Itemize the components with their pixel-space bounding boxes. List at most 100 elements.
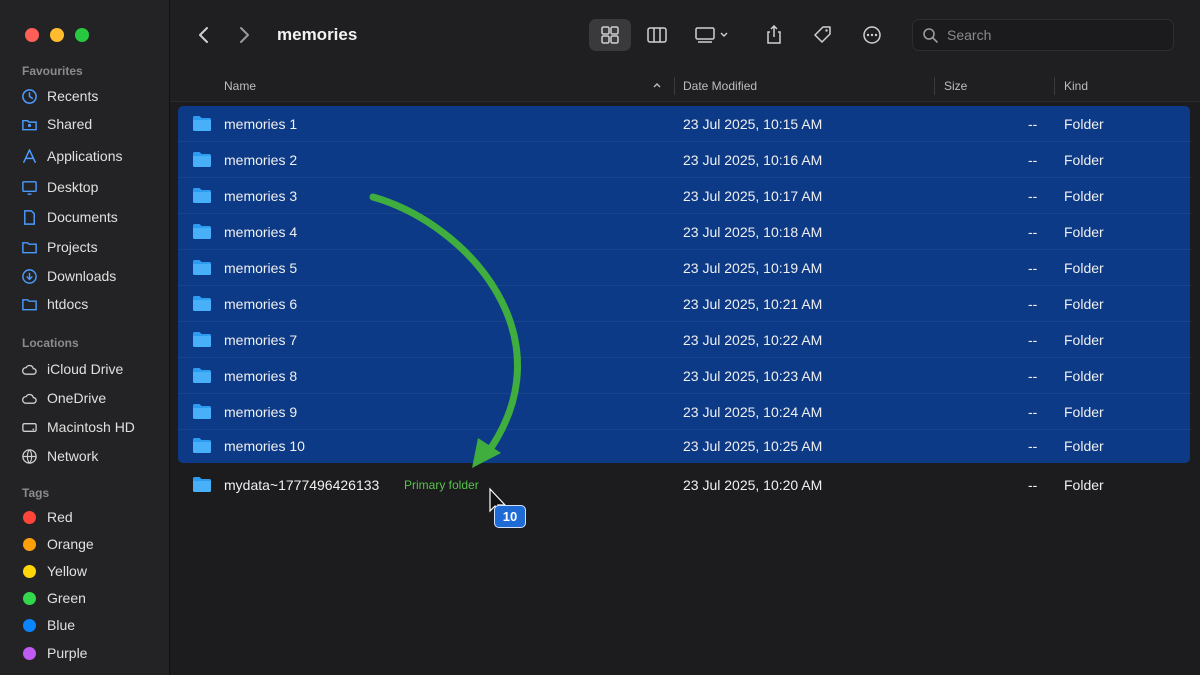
favourites-heading: Favourites	[22, 64, 83, 78]
sidebar-item-desktop[interactable]: Desktop	[20, 176, 165, 198]
folder-icon	[193, 224, 211, 239]
sidebar-item-label: Recents	[47, 88, 99, 104]
globe-icon	[20, 447, 38, 465]
ellipsis-icon	[863, 26, 881, 44]
file-size: --	[1028, 477, 1038, 493]
sidebar-item-label: Shared	[47, 116, 93, 132]
tag-orange[interactable]: Orange	[20, 533, 165, 555]
folder-icon	[193, 477, 211, 492]
close-window-button[interactable]	[25, 28, 39, 42]
more-actions-button[interactable]	[852, 19, 892, 51]
file-kind: Folder	[1064, 188, 1104, 204]
tag-label: Blue	[47, 617, 76, 633]
tag-yellow[interactable]: Yellow	[20, 560, 165, 582]
cloud-icon	[20, 360, 38, 378]
clock-icon	[20, 87, 38, 105]
tag-red[interactable]: Red	[20, 506, 165, 528]
sidebar-item-label: htdocs	[47, 296, 89, 312]
file-browser: memories Na	[170, 0, 1200, 675]
folder-title: memories	[277, 25, 358, 44]
sidebar: Favourites Recents Shared Applications D…	[0, 0, 170, 675]
icon-view-button[interactable]	[589, 19, 631, 51]
tag-blue[interactable]: Blue	[20, 614, 165, 636]
gallery-view-button[interactable]	[686, 19, 738, 51]
sidebar-item-recents[interactable]: Recents	[20, 85, 165, 107]
file-date: 23 Jul 2025, 10:23 AM	[683, 368, 823, 384]
sidebar-item-documents[interactable]: Documents	[20, 206, 165, 228]
sidebar-item-icloud-drive[interactable]: iCloud Drive	[20, 358, 165, 380]
forward-button[interactable]	[232, 22, 256, 48]
file-row[interactable]: memories 4 23 Jul 2025, 10:18 AM -- Fold…	[178, 214, 1192, 250]
column-kind[interactable]: Kind	[1064, 70, 1184, 102]
maximize-window-button[interactable]	[75, 28, 89, 42]
file-row[interactable]: memories 5 23 Jul 2025, 10:19 AM -- Fold…	[178, 250, 1192, 286]
file-row[interactable]: memories 3 23 Jul 2025, 10:17 AM -- Fold…	[178, 178, 1192, 214]
file-date: 23 Jul 2025, 10:18 AM	[683, 224, 823, 240]
file-row[interactable]: memories 1 23 Jul 2025, 10:15 AM -- Fold…	[178, 106, 1192, 142]
folder-icon	[193, 116, 211, 131]
red-dot-icon	[23, 510, 36, 524]
file-name: memories 7	[224, 332, 298, 348]
folder-icon	[193, 438, 211, 453]
column-size-label: Size	[944, 79, 968, 93]
disk-icon	[20, 418, 38, 436]
tag-label: Red	[47, 509, 73, 525]
sidebar-item-downloads[interactable]: Downloads	[20, 265, 165, 287]
search-field[interactable]	[912, 19, 1174, 51]
file-row[interactable]: memories 6 23 Jul 2025, 10:21 AM -- Fold…	[178, 286, 1192, 322]
tag-label: Yellow	[47, 563, 87, 579]
sidebar-item-applications[interactable]: Applications	[20, 145, 165, 167]
document-icon	[20, 208, 38, 226]
file-date: 23 Jul 2025, 10:21 AM	[683, 296, 823, 312]
folder-icon	[193, 332, 211, 347]
file-date: 23 Jul 2025, 10:25 AM	[683, 438, 823, 454]
sidebar-item-htdocs[interactable]: htdocs	[20, 293, 165, 315]
column-date-label: Date Modified	[683, 79, 758, 93]
file-row[interactable]: memories 2 23 Jul 2025, 10:16 AM -- Fold…	[178, 142, 1192, 178]
column-size[interactable]: Size	[944, 70, 1054, 102]
sidebar-item-label: iCloud Drive	[47, 361, 124, 377]
tag-green[interactable]: Green	[20, 587, 165, 609]
share-button[interactable]	[754, 19, 794, 51]
file-row[interactable]: memories 9 23 Jul 2025, 10:24 AM -- Fold…	[178, 394, 1192, 430]
file-name: memories 6	[224, 296, 298, 312]
file-date: 23 Jul 2025, 10:19 AM	[683, 260, 823, 276]
file-size: --	[1028, 188, 1038, 204]
tag-button[interactable]	[803, 19, 843, 51]
file-row[interactable]: memories 7 23 Jul 2025, 10:22 AM -- Fold…	[178, 322, 1192, 358]
column-view-button[interactable]	[636, 19, 678, 51]
file-name: memories 8	[224, 368, 298, 384]
column-date-modified[interactable]: Date Modified	[683, 70, 933, 102]
sidebar-item-macintosh-hd[interactable]: Macintosh HD	[20, 416, 165, 438]
tag-purple[interactable]: Purple	[20, 642, 165, 664]
file-kind: Folder	[1064, 260, 1104, 276]
minimize-window-button[interactable]	[50, 28, 64, 42]
file-kind: Folder	[1064, 438, 1104, 454]
sidebar-item-label: Network	[47, 448, 99, 464]
sidebar-item-onedrive[interactable]: OneDrive	[20, 387, 165, 409]
sidebar-item-label: Documents	[47, 209, 118, 225]
file-kind: Folder	[1064, 368, 1104, 384]
file-date: 23 Jul 2025, 10:16 AM	[683, 152, 823, 168]
file-row[interactable]: memories 8 23 Jul 2025, 10:23 AM -- Fold…	[178, 358, 1192, 394]
sidebar-item-projects[interactable]: Projects	[20, 236, 165, 258]
column-name-label: Name	[224, 79, 257, 93]
file-kind: Folder	[1064, 116, 1104, 132]
column-name[interactable]: Name	[224, 70, 674, 102]
file-row[interactable]: mydata~1777496426133 Primary folder 23 J…	[178, 467, 1192, 503]
search-icon	[923, 27, 938, 43]
sidebar-item-shared[interactable]: Shared	[20, 113, 165, 135]
download-icon	[20, 267, 38, 285]
column-divider	[674, 77, 675, 95]
search-input[interactable]	[947, 27, 1167, 43]
primary-folder-label: Primary folder	[404, 478, 479, 492]
file-row[interactable]: memories 10 23 Jul 2025, 10:25 AM -- Fol…	[178, 430, 1192, 462]
back-button[interactable]	[192, 22, 216, 48]
file-date: 23 Jul 2025, 10:22 AM	[683, 332, 823, 348]
file-name: mydata~1777496426133	[224, 477, 380, 493]
orange-dot-icon	[23, 537, 36, 551]
file-date: 23 Jul 2025, 10:20 AM	[683, 477, 823, 493]
applications-icon	[20, 147, 38, 165]
folder-icon	[193, 404, 211, 419]
sidebar-item-network[interactable]: Network	[20, 445, 165, 467]
